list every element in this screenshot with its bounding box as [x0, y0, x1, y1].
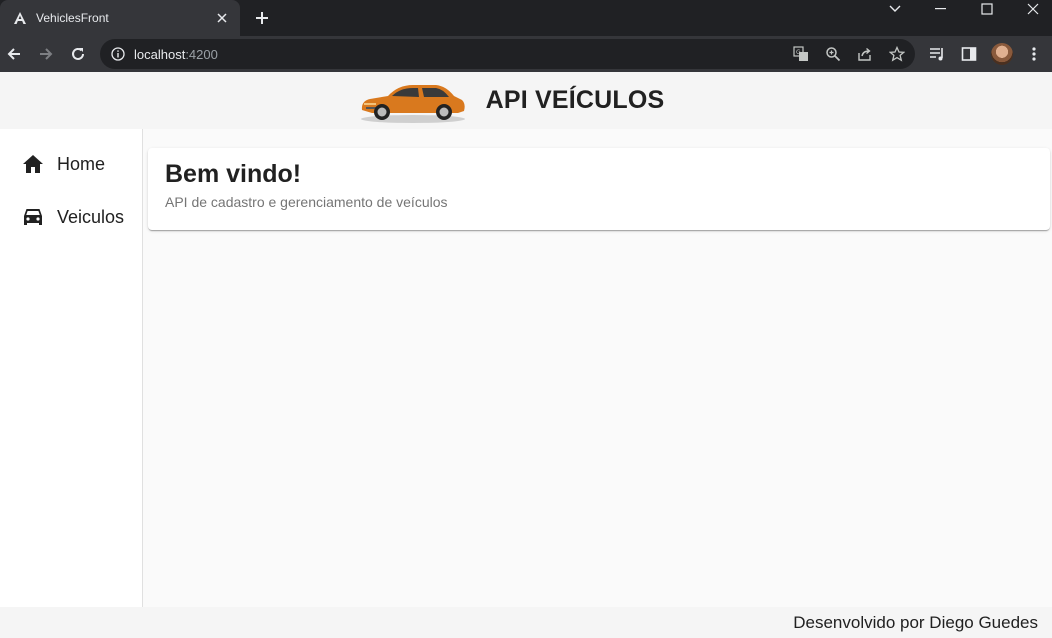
forward-icon[interactable]: [34, 42, 58, 66]
share-icon[interactable]: [857, 46, 873, 62]
car-icon: [21, 205, 45, 229]
maximize-icon[interactable]: [967, 0, 1007, 18]
browser-toolbar: localhost:4200 G: [0, 36, 1052, 72]
browser-tab-strip: VehiclesFront: [0, 0, 1052, 36]
main-content: Bem vindo! API de cadastro e gerenciamen…: [143, 129, 1052, 607]
site-info-icon[interactable]: [110, 46, 126, 62]
tab-title: VehiclesFront: [36, 11, 109, 25]
sidebar-item-label: Veiculos: [57, 206, 125, 227]
sidebar-item-veiculos[interactable]: Veiculos: [0, 193, 142, 241]
svg-text:G: G: [796, 49, 801, 56]
close-window-icon[interactable]: [1013, 0, 1052, 18]
sidebar-item-home[interactable]: Home: [0, 140, 142, 188]
minimize-icon[interactable]: [921, 0, 961, 18]
card-title: Bem vindo!: [165, 160, 302, 188]
sidebar-item-label: Home: [57, 153, 106, 174]
side-panel-icon[interactable]: [961, 46, 977, 62]
reload-icon[interactable]: [66, 42, 90, 66]
app-header: API VEÍCULOS: [0, 72, 1052, 129]
welcome-card: Bem vindo! API de cadastro e gerenciamen…: [148, 148, 1050, 230]
home-icon: [21, 152, 45, 176]
close-tab-icon[interactable]: [212, 8, 232, 28]
reading-list-icon[interactable]: [929, 46, 945, 62]
angular-favicon-icon: [12, 10, 28, 26]
app-title: API VEÍCULOS: [485, 86, 665, 114]
zoom-icon[interactable]: [825, 46, 841, 62]
browser-menu-icon[interactable]: [1026, 46, 1042, 62]
url-text: localhost:4200: [134, 47, 218, 62]
back-icon[interactable]: [2, 42, 26, 66]
car-logo: [360, 84, 465, 123]
footer-credit: Desenvolvido por Diego Guedes: [793, 612, 1038, 632]
url-host: localhost: [134, 46, 186, 62]
card-subtitle: API de cadastro e gerenciamento de veícu…: [165, 194, 448, 210]
side-navigation: Home Veiculos: [0, 129, 143, 607]
profile-avatar[interactable]: [991, 43, 1013, 65]
tab-search-icon[interactable]: [875, 0, 915, 18]
new-tab-icon[interactable]: [252, 8, 272, 28]
bookmark-star-icon[interactable]: [889, 46, 905, 62]
browser-tab[interactable]: VehiclesFront: [0, 0, 240, 36]
translate-icon[interactable]: G: [793, 46, 809, 62]
url-port: :4200: [185, 46, 218, 62]
address-bar[interactable]: localhost:4200 G: [100, 39, 915, 69]
app-footer: Desenvolvido por Diego Guedes: [0, 607, 1052, 638]
